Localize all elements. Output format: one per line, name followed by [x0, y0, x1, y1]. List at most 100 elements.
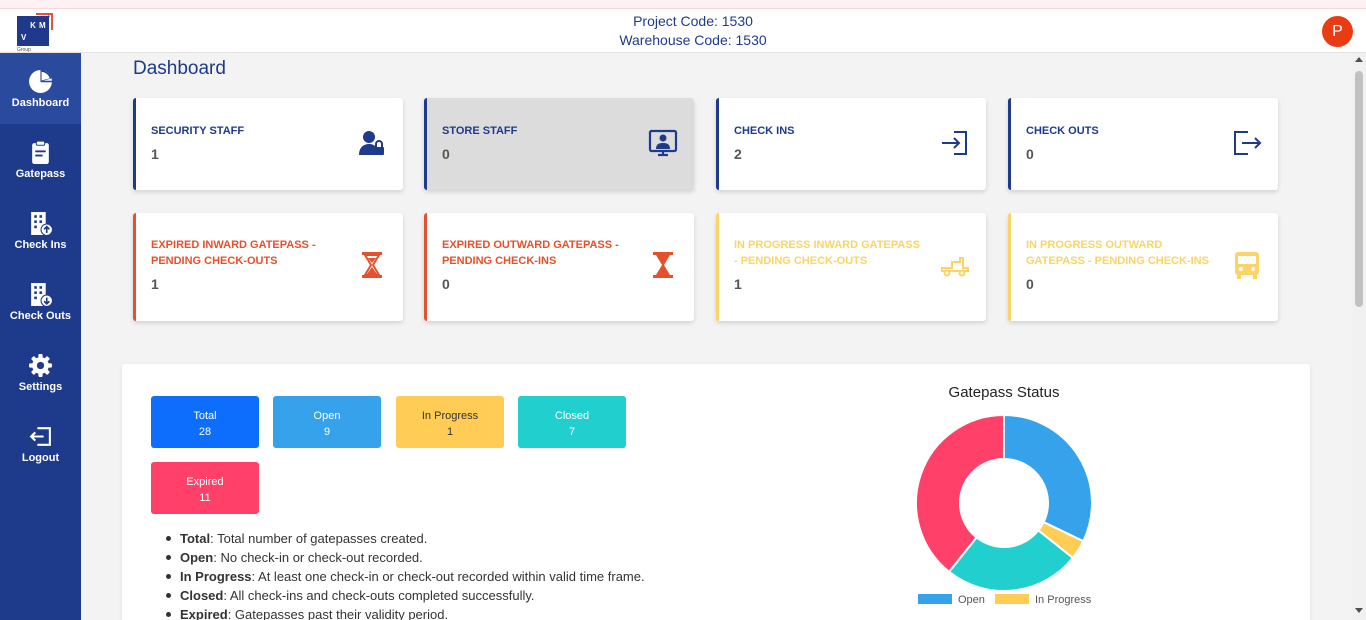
sign-out-icon: [1234, 131, 1262, 155]
stat-card-check-outs[interactable]: CHECK OUTS 0: [1008, 98, 1278, 190]
stat-card-security-staff[interactable]: SECURITY STAFF 1: [133, 98, 403, 190]
summary-value: 9: [323, 426, 331, 438]
status-definitions: Total: Total number of gatepasses create…: [162, 529, 645, 620]
definition-item: Open: No check-in or check-out recorded.: [162, 548, 645, 567]
summary-value: 28: [198, 426, 212, 438]
summary-expired[interactable]: Expired 11: [151, 462, 259, 514]
summary-value: 1: [446, 426, 454, 438]
sidebar: Dashboard Gatepass Check Ins Check Outs …: [0, 53, 81, 620]
project-code: Project Code: 1530: [633, 13, 753, 29]
page-scrollbar[interactable]: [1352, 53, 1366, 620]
logo-letter: V: [20, 32, 27, 42]
company-logo[interactable]: K M V Group: [17, 13, 55, 53]
stat-value: 0: [442, 276, 450, 292]
definition-text: : Total number of gatepasses created.: [210, 531, 428, 546]
sidebar-item-gatepass[interactable]: Gatepass: [0, 124, 81, 195]
sign-in-icon: [942, 131, 967, 155]
definition-text: : Gatepasses past their validity period.: [227, 607, 449, 620]
stat-title: EXPIRED OUTWARD GATEPASS - PENDING CHECK…: [442, 239, 619, 267]
stat-title: CHECK OUTS: [1026, 125, 1099, 137]
stat-card-expired-outward[interactable]: EXPIRED OUTWARD GATEPASS - PENDING CHECK…: [424, 213, 694, 321]
stat-title: SECURITY STAFF: [151, 125, 245, 137]
summary-closed[interactable]: Closed 7: [518, 396, 626, 448]
bus-icon: [1235, 252, 1259, 279]
stat-value: 2: [734, 146, 742, 162]
definition-text: : At least one check-in or check-out rec…: [251, 569, 645, 584]
sidebar-item-label: Check Ins: [14, 239, 67, 251]
logout-icon: [29, 427, 51, 446]
donut-slice-open[interactable]: [1003, 413, 1093, 543]
sidebar-item-label: Gatepass: [15, 168, 66, 180]
page-title: Dashboard: [133, 58, 226, 79]
stat-value: 0: [1026, 276, 1034, 292]
sidebar-item-label: Dashboard: [11, 97, 70, 109]
logo-letter: M: [38, 20, 46, 30]
gear-icon: [29, 354, 52, 377]
sidebar-item-check-outs[interactable]: Check Outs: [0, 266, 81, 337]
definition-term: In Progress: [180, 569, 252, 584]
summary-value: 11: [199, 492, 211, 504]
scroll-down-arrow[interactable]: [1355, 608, 1363, 613]
pie-chart-icon: [29, 70, 52, 93]
stat-title: STORE STAFF: [442, 125, 518, 137]
scroll-up-arrow[interactable]: [1355, 57, 1363, 62]
stat-value: 0: [1026, 146, 1034, 162]
legend-label: In Progress: [1035, 594, 1092, 606]
stat-title: IN PROGRESS OUTWARD GATEPASS - PENDING C…: [1026, 239, 1209, 267]
stat-value: 1: [734, 276, 742, 292]
stat-title: EXPIRED INWARD GATEPASS - PENDING CHECK-…: [151, 239, 316, 267]
legend-label: Open: [958, 594, 985, 606]
sidebar-item-settings[interactable]: Settings: [0, 337, 81, 408]
scroll-thumb[interactable]: [1355, 71, 1363, 307]
warehouse-code: Warehouse Code: 1530: [619, 32, 767, 48]
summary-value: 7: [568, 426, 576, 438]
definition-item: Total: Total number of gatepasses create…: [162, 529, 645, 548]
stat-card-expired-inward[interactable]: EXPIRED INWARD GATEPASS - PENDING CHECK-…: [133, 213, 403, 321]
project-info: Project Code: 1530 Warehouse Code: 1530: [593, 12, 793, 50]
legend-swatch: [995, 594, 1029, 604]
legend-item-open[interactable]: Open: [918, 594, 985, 606]
summary-total[interactable]: Total 28: [151, 396, 259, 448]
sidebar-item-check-ins[interactable]: Check Ins: [0, 195, 81, 266]
user-avatar[interactable]: P: [1322, 16, 1353, 47]
truck-icon: [941, 257, 969, 277]
summary-label: Closed: [554, 410, 590, 422]
building-download-icon: [31, 283, 53, 307]
logo-mark: K M V: [17, 16, 49, 46]
definition-term: Total: [180, 531, 211, 546]
gatepass-status-donut-chart[interactable]: [904, 403, 1104, 603]
definition-term: Open: [180, 550, 214, 565]
summary-in-progress[interactable]: In Progress 1: [396, 396, 504, 448]
definition-text: : All check-ins and check-outs completed…: [223, 588, 535, 603]
clipboard-icon: [32, 140, 49, 164]
stat-card-inprogress-outward[interactable]: IN PROGRESS OUTWARD GATEPASS - PENDING C…: [1008, 213, 1278, 321]
summary-label: Expired: [186, 476, 224, 488]
user-screen-icon: [648, 129, 678, 157]
legend-swatch: [918, 594, 952, 604]
stat-card-inprogress-inward[interactable]: IN PROGRESS INWARD GATEPASS - PENDING CH…: [716, 213, 986, 321]
app-header: K M V Group Project Code: 1530 Warehouse…: [0, 9, 1366, 53]
logo-letter: K: [30, 20, 36, 30]
sidebar-item-dashboard[interactable]: Dashboard: [0, 53, 81, 124]
stat-card-store-staff[interactable]: STORE STAFF 0: [424, 98, 694, 190]
legend-item-in-progress[interactable]: In Progress: [995, 594, 1091, 606]
hourglass-end-icon: [362, 252, 382, 278]
sidebar-item-logout[interactable]: Logout: [0, 408, 81, 479]
summary-open[interactable]: Open 9: [273, 396, 381, 448]
user-lock-icon: [359, 131, 384, 155]
sidebar-item-label: Settings: [18, 381, 63, 393]
sidebar-item-label: Check Outs: [9, 310, 72, 322]
stat-card-check-ins[interactable]: CHECK INS 2: [716, 98, 986, 190]
hourglass-start-icon: [653, 252, 673, 278]
definition-item: Expired: Gatepasses past their validity …: [162, 605, 645, 620]
stat-title: CHECK INS: [734, 125, 795, 137]
summary-label: In Progress: [421, 410, 479, 422]
stat-value: 1: [151, 276, 159, 292]
summary-label: Open: [313, 410, 341, 422]
top-strip: [0, 0, 1366, 9]
definition-term: Closed: [180, 588, 224, 603]
definition-item: Closed: All check-ins and check-outs com…: [162, 586, 645, 605]
stat-value: 0: [442, 146, 450, 162]
definition-text: : No check-in or check-out recorded.: [213, 550, 423, 565]
definition-term: Expired: [180, 607, 228, 620]
